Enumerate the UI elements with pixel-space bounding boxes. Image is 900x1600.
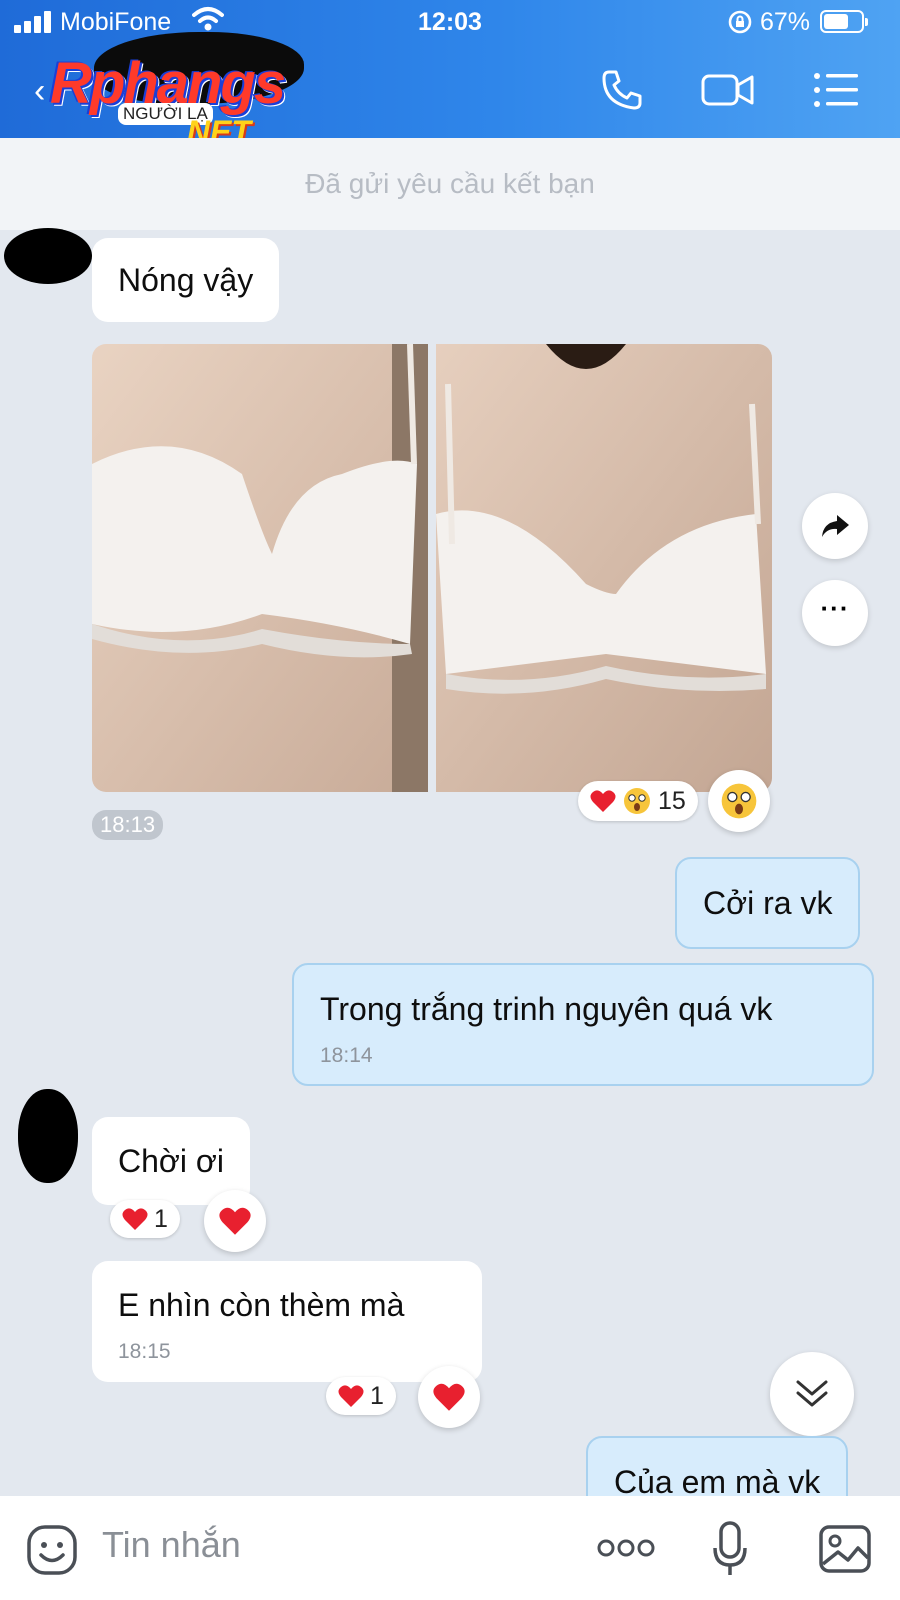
more-options-button[interactable]: ··· (802, 580, 868, 646)
message-time: 18:13 (92, 810, 164, 840)
message-text: Của em mà vk (614, 1464, 821, 1500)
heart-icon (219, 1207, 251, 1235)
reaction-count: 1 (370, 1381, 384, 1410)
more-icon: ··· (820, 592, 850, 623)
surprised-emoji-icon (624, 788, 650, 814)
forward-button[interactable] (802, 493, 868, 559)
image-icon[interactable] (818, 1524, 872, 1574)
message-input-bar: Tin nhắn (0, 1496, 900, 1600)
message-text: Chời ơi (118, 1143, 224, 1179)
photo-1[interactable] (92, 344, 428, 792)
chat-header: MobiFone 12:03 67% ‹ Rphangs NGƯỜI LẠ .N… (0, 0, 900, 150)
message-text: Trong trắng trinh nguyên quá vk (320, 991, 773, 1027)
react-button[interactable] (204, 1190, 266, 1252)
friend-request-notice: Đã gửi yêu cầu kết bạn (0, 138, 900, 230)
reaction-count: 1 (154, 1204, 168, 1233)
sticker-icon[interactable] (26, 1524, 78, 1576)
scroll-to-bottom-button[interactable] (770, 1352, 854, 1436)
message-text: Nóng vậy (118, 262, 254, 298)
microphone-icon[interactable] (712, 1520, 748, 1578)
react-button[interactable] (708, 770, 770, 832)
photo-1-image (92, 344, 428, 792)
message-bubble-outgoing[interactable]: Cởi ra vk (675, 857, 861, 949)
share-arrow-icon (822, 515, 849, 537)
avatar[interactable] (18, 1089, 78, 1183)
heart-icon (433, 1383, 465, 1411)
message-text: E nhìn còn thèm mà (118, 1287, 405, 1323)
surprised-emoji-icon (721, 783, 757, 819)
back-icon[interactable]: ‹ (34, 72, 45, 111)
message-time: 18:15 (118, 1340, 171, 1363)
heart-icon (590, 790, 616, 812)
reaction-summary[interactable]: 15 (578, 781, 698, 821)
message-input[interactable]: Tin nhắn (102, 1524, 241, 1566)
photo-2[interactable] (436, 344, 772, 792)
phone-icon[interactable] (600, 68, 644, 112)
message-bubble-incoming[interactable]: Nóng vậy (92, 238, 280, 322)
menu-icon[interactable] (812, 68, 860, 112)
battery-icon (820, 10, 868, 33)
message-time: 18:14 (320, 1044, 373, 1067)
heart-icon (122, 1208, 148, 1230)
react-button[interactable] (418, 1366, 480, 1428)
battery-percent: 67% (760, 8, 811, 36)
more-options-icon[interactable] (596, 1536, 656, 1560)
message-bubble-outgoing[interactable]: Trong trắng trinh nguyên quá vk 18:14 (292, 963, 874, 1086)
avatar[interactable] (4, 228, 92, 284)
heart-icon (338, 1385, 364, 1407)
watermark-logo: Rphangs NGƯỜI LẠ .NET (50, 30, 316, 150)
video-icon[interactable] (700, 68, 756, 112)
rotation-lock-icon (728, 10, 752, 34)
reaction-summary[interactable]: 1 (326, 1377, 396, 1415)
message-bubble-incoming[interactable]: E nhìn còn thèm mà 18:15 (92, 1261, 482, 1382)
photo-2-image (436, 344, 772, 792)
reaction-count: 15 (658, 786, 686, 815)
message-text: Cởi ra vk (703, 885, 833, 921)
double-chevron-down-icon (796, 1380, 828, 1407)
reaction-summary[interactable]: 1 (110, 1200, 180, 1238)
